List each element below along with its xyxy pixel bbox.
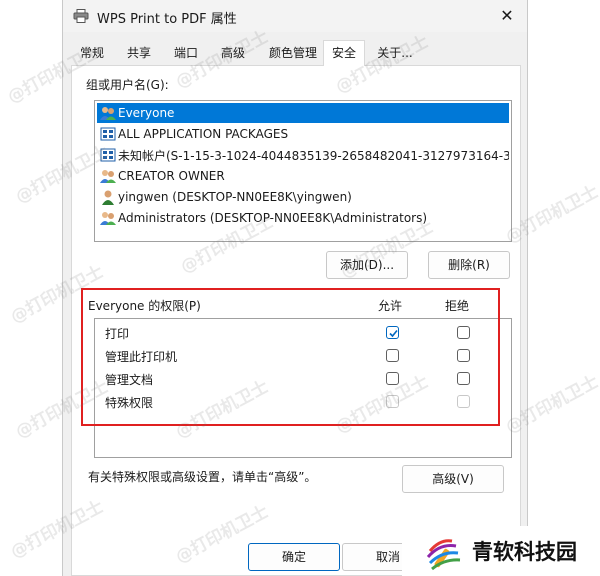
- title-bar: WPS Print to PDF 属性 ✕: [63, 0, 527, 32]
- close-icon: ✕: [500, 6, 514, 25]
- advanced-button[interactable]: 高级(V): [402, 465, 504, 493]
- user-name: Administrators (DESKTOP-NN0EE8K\Administ…: [118, 211, 428, 225]
- tab-about[interactable]: 关于...: [371, 42, 419, 64]
- user-name: 未知帐户(S-1-15-3-1024-4044835139-2658482041…: [118, 148, 509, 163]
- user-name: ALL APPLICATION PACKAGES: [118, 127, 289, 141]
- user-list[interactable]: Everyone ALL APPLICATION PACKAGES 未知帐户(S…: [94, 100, 512, 242]
- user-name: Everyone: [118, 106, 175, 120]
- ok-button[interactable]: 确定: [248, 543, 340, 571]
- window-title: WPS Print to PDF 属性: [97, 12, 237, 27]
- user-name: CREATOR OWNER: [118, 169, 225, 183]
- brand-logo-icon: [426, 539, 461, 571]
- app-packages-icon: [100, 127, 116, 141]
- group-user-label: 组或用户名(G):: [86, 78, 169, 92]
- tab-color-management[interactable]: 颜色管理: [264, 42, 322, 64]
- close-button[interactable]: ✕: [495, 4, 519, 28]
- permissions-highlight-box: [81, 288, 500, 426]
- add-button[interactable]: 添加(D)...: [326, 251, 408, 279]
- list-item-yingwen[interactable]: yingwen (DESKTOP-NN0EE8K\yingwen): [97, 187, 509, 207]
- list-item-unknown-account[interactable]: 未知帐户(S-1-15-3-1024-4044835139-2658482041…: [97, 145, 509, 165]
- tab-advanced[interactable]: 高级: [216, 42, 250, 64]
- remove-button[interactable]: 删除(R): [428, 251, 510, 279]
- tab-general[interactable]: 常规: [75, 42, 109, 64]
- user-icon: [102, 190, 114, 205]
- group-icon: [100, 107, 116, 120]
- tab-sharing[interactable]: 共享: [122, 42, 156, 64]
- printer-icon: [73, 9, 89, 23]
- list-item-all-app-packages[interactable]: ALL APPLICATION PACKAGES: [97, 124, 509, 144]
- group-icon: [100, 212, 116, 225]
- brand-name: 青软科技园: [472, 540, 577, 564]
- unknown-account-icon: [100, 148, 116, 162]
- group-icon: [100, 170, 116, 183]
- list-item-creator-owner[interactable]: CREATOR OWNER: [97, 166, 509, 186]
- user-name: yingwen (DESKTOP-NN0EE8K\yingwen): [118, 190, 352, 204]
- brand-badge: 青软科技园: [402, 526, 600, 576]
- tab-security[interactable]: 安全: [323, 40, 365, 66]
- tab-ports[interactable]: 端口: [169, 42, 203, 64]
- list-item-administrators[interactable]: Administrators (DESKTOP-NN0EE8K\Administ…: [97, 208, 509, 228]
- advanced-note: 有关特殊权限或高级设置，请单击“高级”。: [88, 470, 317, 484]
- list-item-everyone[interactable]: Everyone: [97, 103, 509, 123]
